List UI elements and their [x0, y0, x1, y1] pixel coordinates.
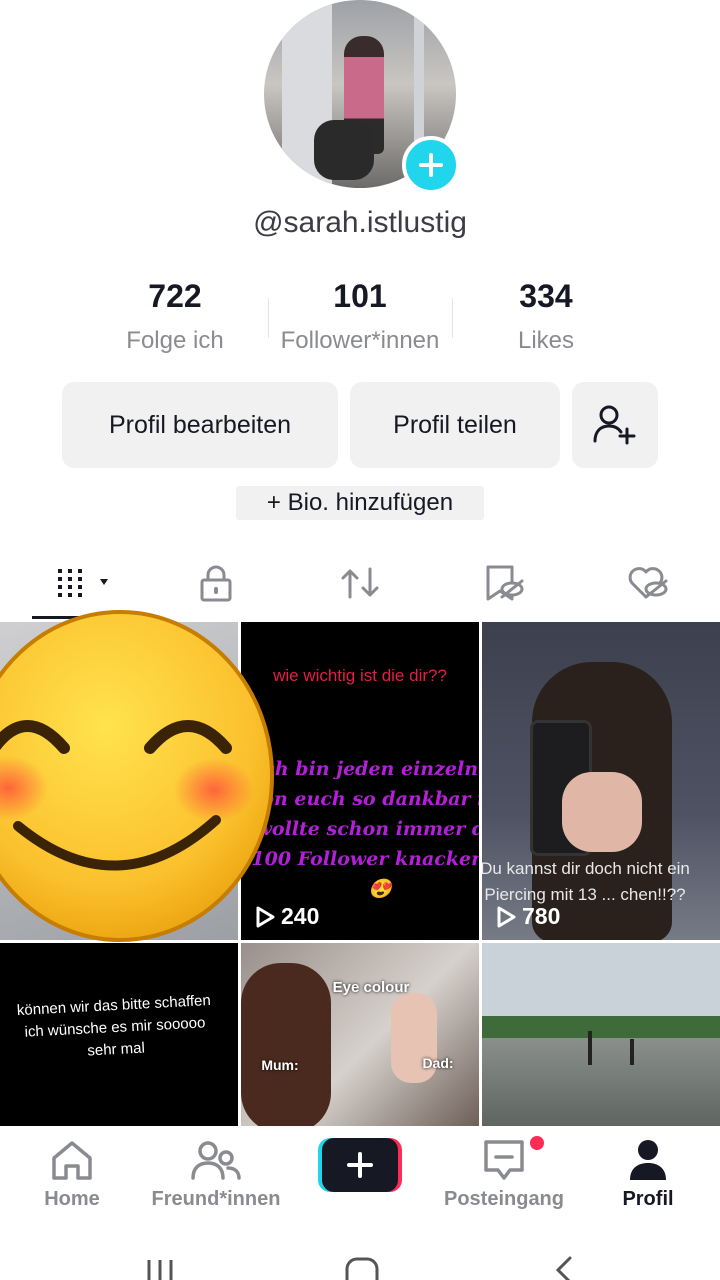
thumbnail-hand: [562, 772, 642, 852]
stat-label: Likes: [517, 327, 575, 354]
add-bio-button[interactable]: + Bio. hinzufügen: [236, 486, 484, 520]
nav-friends[interactable]: Freund*innen: [148, 1138, 284, 1211]
create-button[interactable]: [318, 1138, 402, 1192]
video-caption-right: Dad:: [422, 1055, 454, 1071]
stat-followers[interactable]: 101 Follower*innen: [270, 278, 450, 355]
video-caption-overlay: ich bin jeden einzelnen von euch so dank…: [250, 758, 479, 900]
nav-label: Freund*innen: [151, 1188, 281, 1210]
lock-icon: [200, 565, 232, 602]
create-button-face: [322, 1138, 398, 1192]
thumbnail-figure: [588, 1031, 592, 1065]
nav-inbox[interactable]: Posteingang: [438, 1138, 570, 1211]
video-caption-left: Mum:: [261, 1057, 299, 1073]
liked-icon: [628, 567, 668, 599]
nav-label: Home: [44, 1188, 100, 1210]
tab-liked[interactable]: [612, 556, 684, 610]
home-icon: [52, 1141, 92, 1180]
back-icon[interactable]: [552, 1256, 576, 1280]
add-story-button[interactable]: [402, 136, 460, 194]
home-system-icon[interactable]: [344, 1256, 380, 1280]
video-caption-top: Eye colour: [332, 979, 410, 996]
view-count-value: 780: [522, 903, 561, 929]
stat-value: 334: [519, 278, 573, 314]
video-caption-overlay: können wir das bitte schaffen ich wünsch…: [16, 991, 212, 1060]
grid-icon: [58, 569, 108, 597]
video-thumbnail[interactable]: wie wichtig ist die dir?? ich bin jeden …: [241, 622, 479, 940]
stat-label: Follower*innen: [280, 327, 440, 354]
stat-likes[interactable]: 334 Likes: [456, 278, 636, 355]
nav-profile[interactable]: Profil: [610, 1138, 686, 1211]
divider: [268, 298, 269, 338]
nav-home[interactable]: Home: [34, 1138, 110, 1211]
system-navigation-bar: [0, 1226, 720, 1280]
tab-favorites[interactable]: [468, 556, 540, 610]
add-friend-button[interactable]: [572, 382, 658, 468]
plus-icon: [419, 153, 443, 177]
tab-private[interactable]: [180, 556, 252, 610]
video-thumbnail[interactable]: [482, 943, 720, 1126]
stat-value: 722: [148, 278, 202, 314]
friends-icon: [191, 1141, 241, 1180]
view-count-value: 240: [281, 903, 320, 929]
video-thumbnail[interactable]: können wir das bitte schaffen ich wünsch…: [0, 943, 238, 1126]
edit-profile-button[interactable]: Profil bearbeiten: [62, 382, 338, 468]
tab-videos[interactable]: [40, 556, 120, 610]
play-icon: [497, 906, 516, 927]
share-profile-button[interactable]: Profil teilen: [350, 382, 560, 468]
stat-label: Folge ich: [126, 327, 224, 354]
profile-username: @sarah.istlustig: [253, 206, 467, 239]
tab-reposts[interactable]: [324, 556, 396, 610]
nav-label: Posteingang: [443, 1188, 564, 1210]
inbox-icon: [484, 1140, 524, 1180]
avatar-photo-detail: [314, 120, 374, 180]
video-thumbnail[interactable]: Du kannst dir doch nicht ein Piercing mi…: [482, 622, 720, 940]
video-caption-top: wie wichtig ist die dir??: [273, 666, 447, 685]
stat-following[interactable]: 722 Folge ich: [85, 278, 265, 355]
smiling-emoji-sticker: [0, 610, 274, 942]
plus-icon: [347, 1152, 373, 1178]
bottom-navigation: Home Freund*innen Posteingang Profil: [0, 1126, 720, 1226]
profile-icon: [630, 1140, 666, 1180]
notification-dot: [530, 1136, 544, 1150]
video-thumbnail[interactable]: Eye colour Mum: Dad:: [241, 943, 479, 1126]
video-caption-overlay: Du kannst dir doch nicht ein Piercing mi…: [482, 859, 690, 904]
nav-label: Profil: [622, 1188, 674, 1210]
stat-value: 101: [333, 278, 387, 314]
favorites-icon: [486, 565, 524, 601]
repost-icon: [341, 567, 379, 599]
recent-apps-icon[interactable]: [144, 1258, 176, 1280]
add-user-icon: [593, 405, 636, 445]
divider: [452, 298, 453, 338]
thumbnail-figure: [630, 1039, 634, 1065]
view-count: 780: [496, 903, 560, 930]
